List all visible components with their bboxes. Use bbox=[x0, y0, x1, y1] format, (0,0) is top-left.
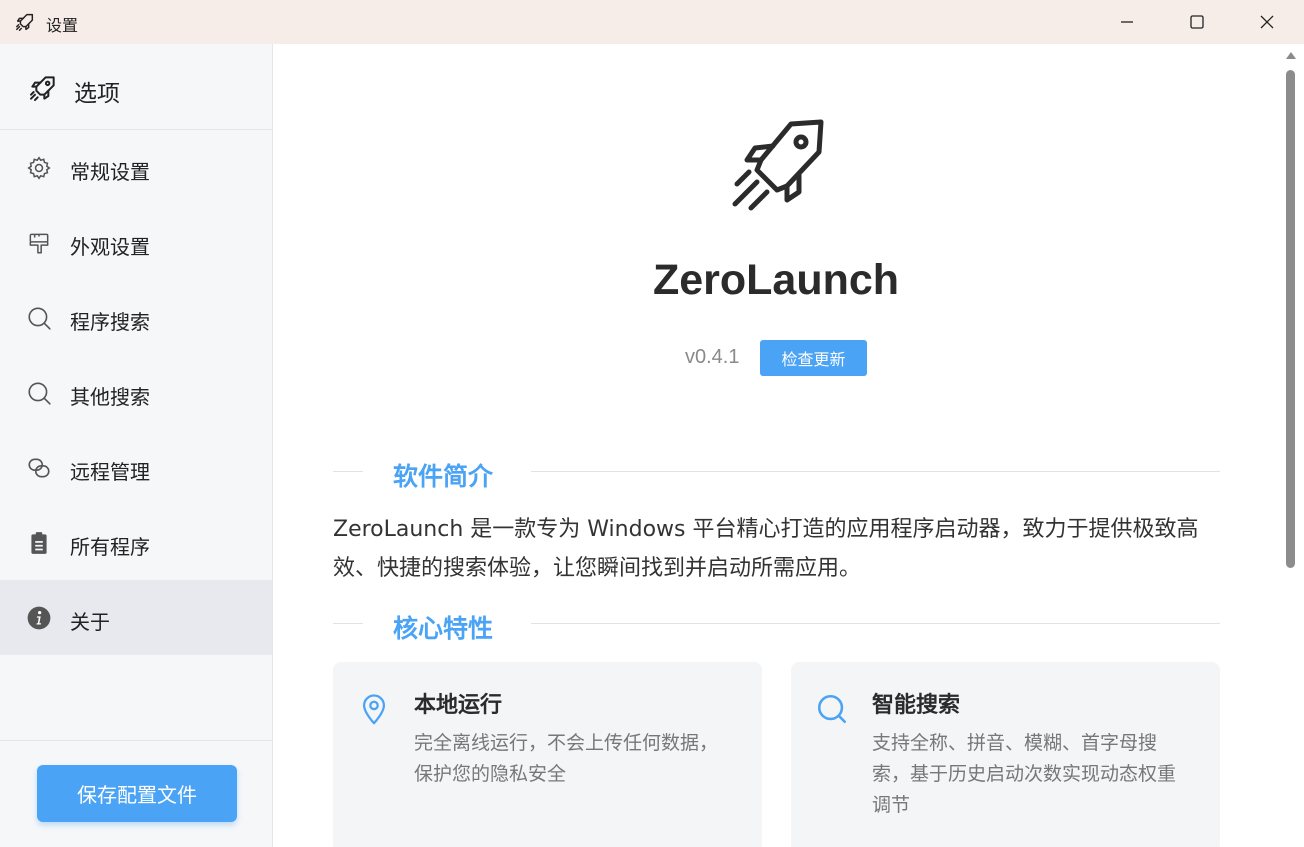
scroll-up-arrow-icon[interactable] bbox=[1286, 52, 1296, 59]
sidebar-item-all-programs[interactable]: 所有程序 bbox=[0, 505, 272, 580]
sidebar-item-label: 所有程序 bbox=[70, 535, 150, 559]
sidebar-item-program-search[interactable]: 程序搜索 bbox=[0, 280, 272, 355]
location-pin-icon bbox=[362, 694, 386, 725]
sidebar-item-label: 常规设置 bbox=[70, 160, 150, 184]
sidebar-item-general[interactable]: 常规设置 bbox=[0, 130, 272, 205]
minimize-icon bbox=[1121, 21, 1133, 23]
divider bbox=[333, 623, 363, 624]
sidebar-item-label: 其他搜索 bbox=[70, 385, 150, 409]
save-config-button[interactable]: 保存配置文件 bbox=[37, 765, 237, 822]
app-name: ZeroLaunch bbox=[652, 256, 900, 304]
intro-heading: 软件简介 bbox=[393, 462, 494, 491]
sidebar-item-label: 关于 bbox=[70, 610, 110, 634]
scroll-thumb[interactable] bbox=[1286, 70, 1295, 568]
intro-text: ZeroLaunch 是一款专为 Windows 平台精心打造的应用程序启动器，… bbox=[333, 517, 1199, 581]
title-bar: 设置 bbox=[0, 0, 1304, 44]
sidebar-item-remote[interactable]: 远程管理 bbox=[0, 430, 272, 505]
feature-description: 完全离线运行，不会上传任何数据，保护您的隐私安全 bbox=[414, 732, 719, 785]
divider bbox=[531, 471, 1220, 472]
sidebar: 选项 常规设置 外观设置 程序搜索 其他搜索 远程管理 所有程序 关于 保存配置… bbox=[0, 44, 273, 847]
vertical-scrollbar[interactable] bbox=[1278, 44, 1304, 847]
close-button[interactable] bbox=[1232, 0, 1302, 44]
sidebar-title: 选项 bbox=[74, 81, 120, 107]
sidebar-item-other-search[interactable]: 其他搜索 bbox=[0, 355, 272, 430]
divider bbox=[531, 623, 1220, 624]
check-update-button[interactable]: 检查更新 bbox=[760, 340, 867, 376]
rocket-icon bbox=[30, 76, 55, 101]
maximize-icon bbox=[1190, 15, 1204, 29]
divider bbox=[333, 471, 363, 472]
sidebar-item-label: 外观设置 bbox=[70, 235, 150, 259]
rocket-icon bbox=[16, 13, 34, 31]
search-icon bbox=[28, 307, 51, 330]
about-page: ZeroLaunch v0.4.1 检查更新 软件简介 ZeroLaunch 是… bbox=[273, 44, 1304, 847]
version-label: v0.4.1 bbox=[685, 346, 740, 368]
clipboard-icon bbox=[31, 532, 47, 554]
search-icon bbox=[817, 694, 847, 724]
minimize-button[interactable] bbox=[1092, 0, 1162, 44]
sidebar-footer: 保存配置文件 bbox=[0, 740, 272, 847]
gear-icon bbox=[27, 156, 51, 180]
info-icon bbox=[27, 606, 51, 630]
close-icon bbox=[1260, 15, 1274, 29]
sidebar-item-label: 远程管理 bbox=[70, 460, 150, 484]
feature-title: 本地运行 bbox=[414, 693, 503, 718]
paint-brush-icon bbox=[29, 233, 49, 254]
rocket-icon bbox=[732, 119, 824, 211]
sidebar-item-about[interactable]: 关于 bbox=[0, 580, 272, 655]
sidebar-item-appearance[interactable]: 外观设置 bbox=[0, 205, 272, 280]
features-heading: 核心特性 bbox=[393, 614, 494, 643]
sidebar-header: 选项 bbox=[0, 44, 272, 130]
link-icon bbox=[28, 458, 50, 478]
feature-description: 支持全称、拼音、模糊、首字母搜索，基于历史启动次数实现动态权重调节 bbox=[872, 732, 1177, 816]
search-icon bbox=[28, 382, 51, 405]
maximize-button[interactable] bbox=[1162, 0, 1232, 44]
feature-card-smart-search: 智能搜索 支持全称、拼音、模糊、首字母搜索，基于历史启动次数实现动态权重调节 bbox=[791, 662, 1220, 847]
sidebar-item-label: 程序搜索 bbox=[70, 310, 150, 334]
feature-title: 智能搜索 bbox=[872, 693, 961, 718]
window-title: 设置 bbox=[46, 16, 79, 35]
feature-card-local: 本地运行 完全离线运行，不会上传任何数据，保护您的隐私安全 bbox=[333, 662, 762, 847]
